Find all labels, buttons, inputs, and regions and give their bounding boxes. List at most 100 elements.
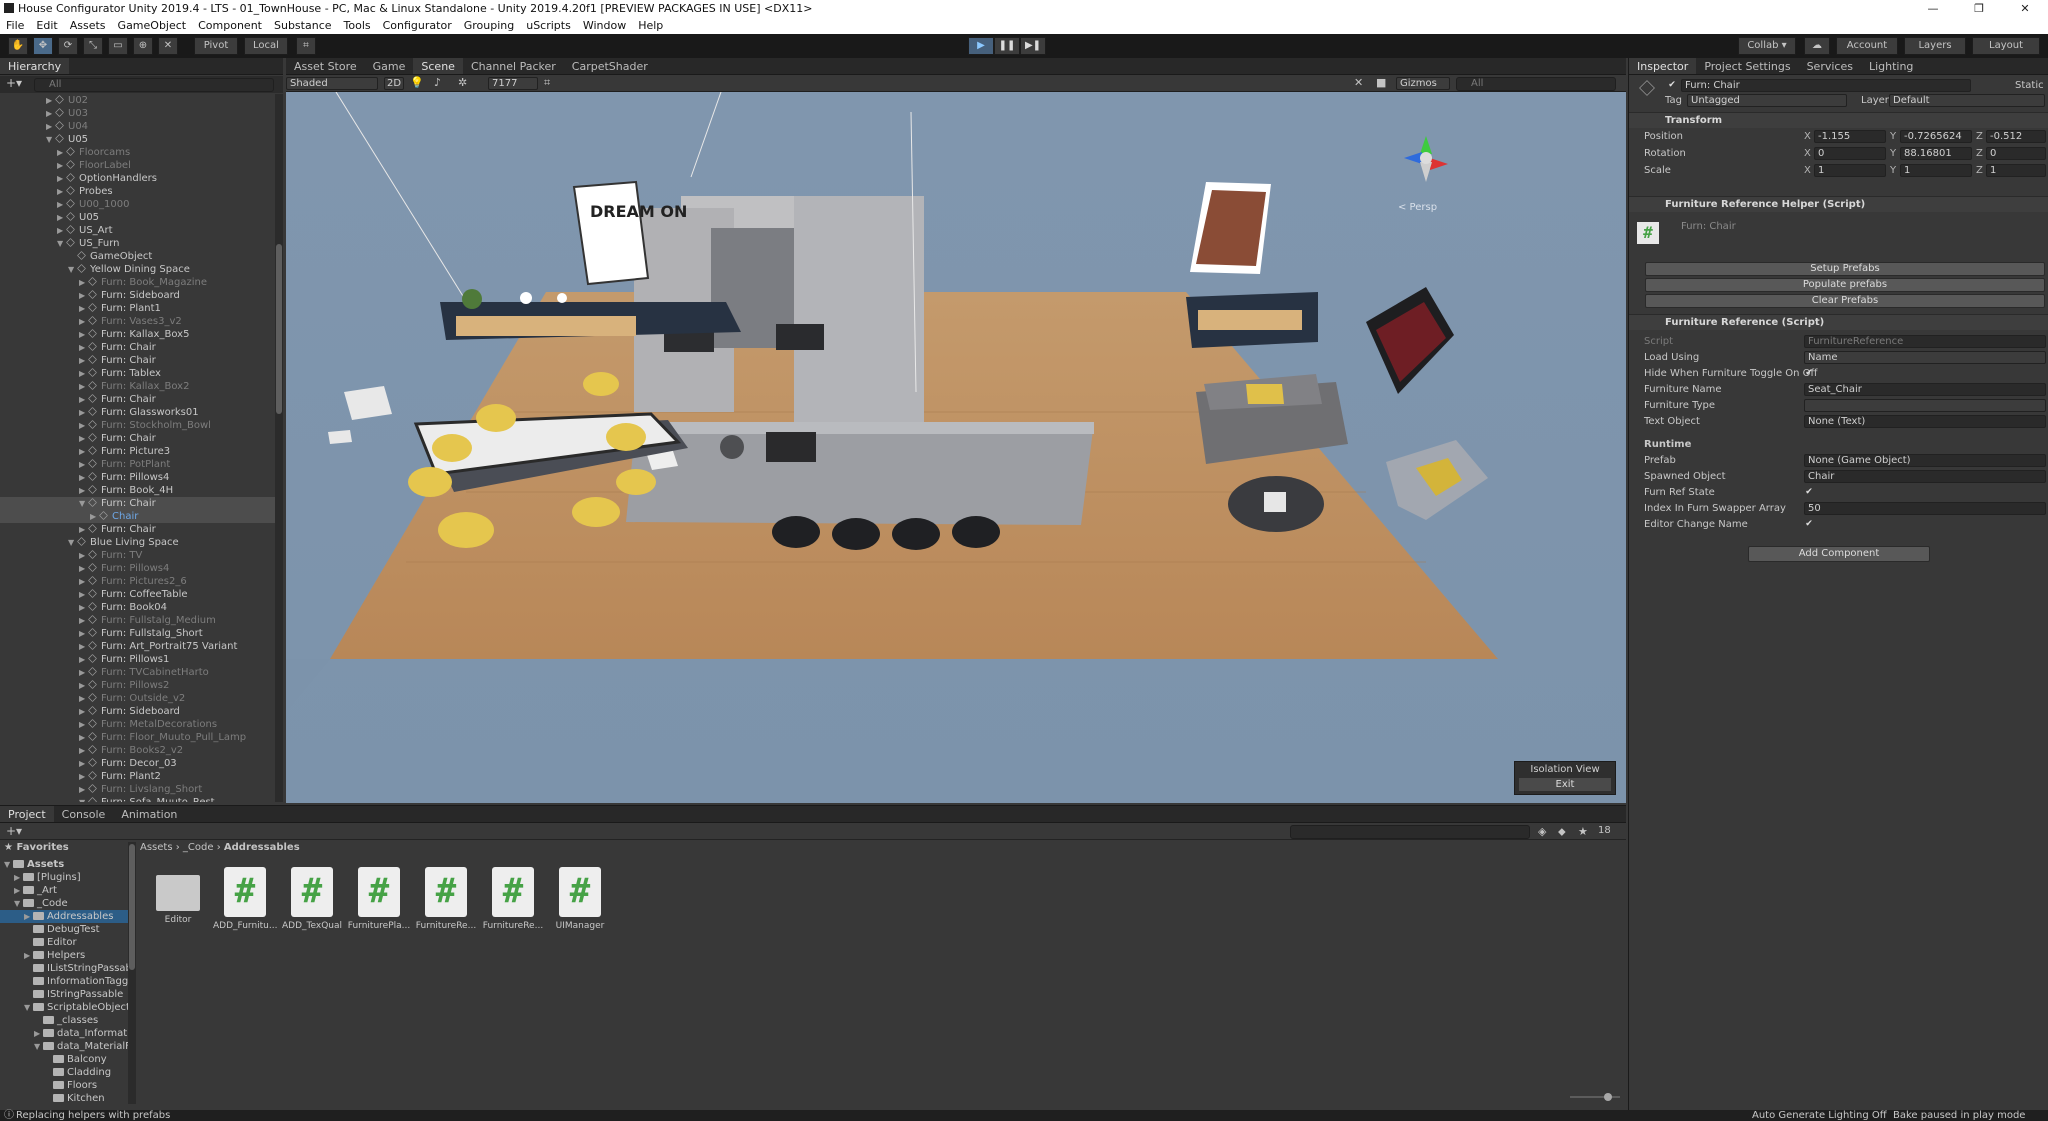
scale-x-field[interactable]: 1 — [1814, 164, 1886, 177]
expand-right-icon[interactable]: ▶ — [57, 185, 66, 198]
spawned-object-field[interactable]: Chair — [1804, 470, 2046, 483]
expand-right-icon[interactable]: ▶ — [57, 211, 66, 224]
expand-right-icon[interactable]: ▶ — [79, 367, 88, 380]
add-component-button[interactable]: Add Component — [1748, 546, 1930, 562]
hierarchy-row[interactable]: ▶ Furn: Sideboard — [0, 705, 275, 718]
editor-change-name-checkbox[interactable]: ✔ — [1804, 519, 1814, 529]
menu-assets[interactable]: Assets — [70, 17, 106, 34]
folder-tree-row[interactable]: ▶ [Plugins] — [0, 871, 128, 884]
expand-down-icon[interactable]: ▼ — [79, 497, 88, 510]
tools-icon[interactable]: ✕ — [1354, 76, 1363, 89]
folder-tree-row[interactable]: Floors — [0, 1079, 128, 1092]
folder-tree-row[interactable]: IListStringPassab — [0, 962, 128, 975]
hierarchy-row[interactable]: ▶ Furn: Book_4H — [0, 484, 275, 497]
position-x-field[interactable]: -1.155 — [1814, 130, 1886, 143]
auto-lighting-status[interactable]: Auto Generate Lighting Off — [1752, 1110, 1887, 1121]
expand-down-icon[interactable]: ▼ — [57, 237, 66, 250]
expand-right-icon[interactable]: ▶ — [79, 523, 88, 536]
tab-console[interactable]: Console — [54, 806, 114, 822]
expand-right-icon[interactable]: ▶ — [79, 393, 88, 406]
hierarchy-row[interactable]: ▶ Probes — [0, 185, 275, 198]
expand-down-icon[interactable]: ▼ — [68, 536, 77, 549]
layer-dropdown[interactable]: Default — [1889, 94, 2045, 107]
clear-prefabs-button[interactable]: Clear Prefabs — [1645, 294, 2045, 308]
hierarchy-row[interactable]: ▶ Furn: Pillows2 — [0, 679, 275, 692]
grid-toggle-icon[interactable]: ⌗ — [544, 76, 550, 90]
folder-tree-row[interactable]: DebugTest — [0, 923, 128, 936]
object-name-field[interactable]: Furn: Chair — [1681, 79, 1971, 92]
hierarchy-row[interactable]: ▶ Furn: Pillows4 — [0, 471, 275, 484]
hierarchy-row[interactable]: ▶ Furn: Pillows1 — [0, 653, 275, 666]
hierarchy-row[interactable]: ▶ Furn: Book_Magazine — [0, 276, 275, 289]
text-object-field[interactable]: None (Text) — [1804, 415, 2046, 428]
hierarchy-row[interactable]: ▶ U00_1000 — [0, 198, 275, 211]
expand-right-icon[interactable]: ▶ — [14, 884, 23, 897]
folder-tree-row[interactable]: ▼ data_MaterialF — [0, 1040, 128, 1053]
expand-right-icon[interactable]: ▶ — [79, 627, 88, 640]
tab-hierarchy[interactable]: Hierarchy — [0, 58, 70, 74]
hierarchy-row[interactable]: ▶ US_Art — [0, 224, 275, 237]
account-dropdown[interactable]: Account — [1836, 37, 1898, 55]
hierarchy-row[interactable]: ▶ Furn: Chair — [0, 393, 275, 406]
hierarchy-scrollbar[interactable] — [275, 94, 283, 802]
hierarchy-row[interactable]: ▶ U04 — [0, 120, 275, 133]
asset-folder[interactable]: Editor — [146, 867, 210, 925]
scene-search-input[interactable]: All — [1456, 77, 1616, 91]
expand-right-icon[interactable]: ▶ — [57, 159, 66, 172]
asset-script[interactable]: # ADD_TexQual — [280, 867, 344, 931]
folder-tree-row[interactable]: ▼ ScriptableObject — [0, 1001, 128, 1014]
rect-tool-icon[interactable]: ▭ — [108, 37, 128, 55]
asset-script[interactable]: # FurniturePla... — [347, 867, 411, 931]
hierarchy-row[interactable]: ▼ U05 — [0, 133, 275, 146]
expand-right-icon[interactable]: ▶ — [79, 471, 88, 484]
expand-right-icon[interactable]: ▶ — [79, 770, 88, 783]
hierarchy-row[interactable]: ▶ Furn: Plant2 — [0, 770, 275, 783]
folder-tree-row[interactable]: _classes — [0, 1014, 128, 1027]
hierarchy-row[interactable]: ▶ Furn: Books2_v2 — [0, 744, 275, 757]
tab-animation[interactable]: Animation — [113, 806, 185, 822]
expand-down-icon[interactable]: ▼ — [68, 263, 77, 276]
hierarchy-row[interactable]: ▶ U02 — [0, 94, 275, 107]
2d-toggle[interactable]: 2D — [384, 77, 404, 90]
hand-tool-icon[interactable]: ✋ — [8, 37, 28, 55]
dream-on-poster[interactable] — [572, 180, 650, 286]
menu-component[interactable]: Component — [198, 17, 262, 34]
expand-right-icon[interactable]: ▶ — [79, 757, 88, 770]
folder-tree-row[interactable]: ▶ Helpers — [0, 949, 128, 962]
collab-dropdown[interactable]: Collab ▾ — [1738, 37, 1796, 55]
favorites-header[interactable]: ★ Favorites — [4, 842, 69, 853]
expand-right-icon[interactable]: ▶ — [90, 510, 99, 523]
position-z-field[interactable]: -0.512 — [1986, 130, 2046, 143]
expand-right-icon[interactable]: ▶ — [79, 380, 88, 393]
custom-tool-icon[interactable]: ✕ — [158, 37, 178, 55]
zoom-slider[interactable] — [1570, 1093, 1620, 1101]
breadcrumb-addressables[interactable]: Addressables — [224, 842, 300, 853]
hidden-count[interactable]: 18 — [1598, 825, 1611, 836]
expand-right-icon[interactable]: ▶ — [57, 146, 66, 159]
expand-right-icon[interactable]: ▶ — [79, 484, 88, 497]
transform-header[interactable]: Transform — [1629, 112, 2048, 128]
hierarchy-row[interactable]: ▶ Furn: Livslang_Short — [0, 783, 275, 796]
expand-right-icon[interactable]: ▶ — [57, 224, 66, 237]
expand-right-icon[interactable]: ▶ — [79, 302, 88, 315]
folder-tree-row[interactable]: Editor — [0, 936, 128, 949]
folder-tree-row[interactable]: Cladding — [0, 1066, 128, 1079]
hierarchy-row[interactable]: ▶ Furn: TVCabinetHarto — [0, 666, 275, 679]
active-checkbox[interactable]: ✔ — [1667, 80, 1677, 90]
hierarchy-scrollbar-thumb[interactable] — [276, 244, 282, 414]
hierarchy-row[interactable]: ▶ Furn: Tablex — [0, 367, 275, 380]
grid-snap-icon[interactable]: ⌗ — [296, 37, 316, 55]
expand-right-icon[interactable]: ▶ — [79, 666, 88, 679]
folder-tree-row[interactable]: ▼ _Code — [0, 897, 128, 910]
asset-script[interactable]: # ADD_Furnitu... — [213, 867, 277, 931]
scale-z-field[interactable]: 1 — [1986, 164, 2046, 177]
hierarchy-row[interactable]: ▶ Furn: Chair — [0, 523, 275, 536]
rotation-x-field[interactable]: 0 — [1814, 147, 1886, 160]
menu-edit[interactable]: Edit — [36, 17, 57, 34]
expand-right-icon[interactable]: ▶ — [79, 783, 88, 796]
hierarchy-row[interactable]: ▶ Furn: Sideboard — [0, 289, 275, 302]
expand-right-icon[interactable]: ▶ — [79, 731, 88, 744]
draw-mode-dropdown[interactable]: Shaded — [286, 77, 378, 90]
folder-tree-row[interactable]: ▶ _Art — [0, 884, 128, 897]
furniture-type-dropdown[interactable] — [1804, 399, 2046, 412]
